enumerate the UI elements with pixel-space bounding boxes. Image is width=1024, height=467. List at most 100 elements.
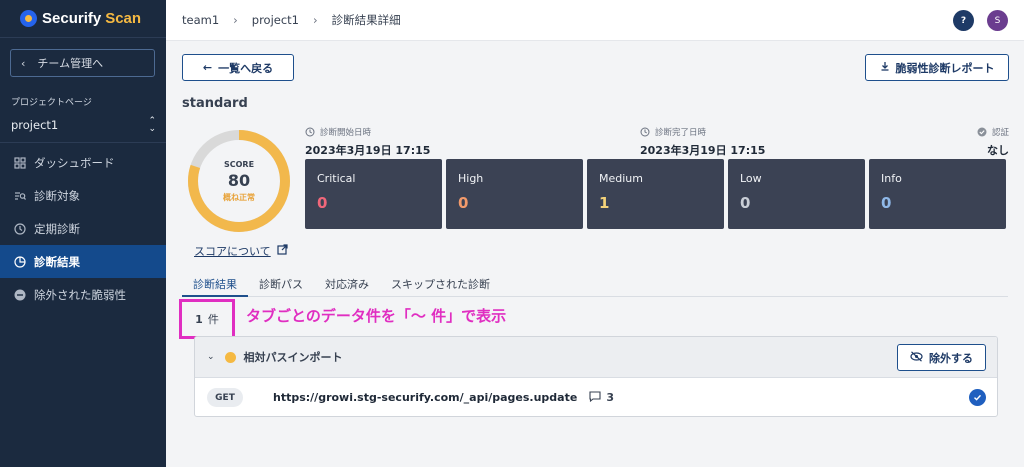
clock-icon (305, 127, 315, 137)
back-to-list-button[interactable]: ← 一覧へ戻る (182, 54, 294, 81)
group-header[interactable]: ⌄ 相対パスインポート 除外する (195, 337, 997, 378)
scan-end: 診断完了日時 2023年3月19日 17:15 (640, 126, 765, 158)
severity-card-low[interactable]: Low 0 (728, 159, 865, 229)
clock-icon (14, 222, 26, 235)
breadcrumb: team1 › project1 › 診断結果詳細 (166, 12, 401, 28)
clock-icon (640, 127, 650, 137)
sidebar-divider (0, 142, 166, 143)
help-button[interactable]: ? (953, 10, 974, 31)
sidebar-item-label: ダッシュボード (34, 155, 115, 170)
sidebar: Securify Scan ‹ チーム管理へ プロジェクトページ project1… (0, 0, 166, 467)
chevron-down-icon[interactable]: ⌄ (207, 352, 215, 362)
severity-card-high[interactable]: High 0 (446, 159, 583, 229)
breadcrumb-current: 診断結果詳細 (331, 13, 401, 27)
tab-skipped[interactable]: スキップされた診断 (380, 270, 501, 297)
http-method-badge: GET (207, 388, 243, 407)
severity-count: 0 (317, 194, 328, 212)
severity-name: Info (881, 172, 902, 185)
severity-card-info[interactable]: Info 0 (869, 159, 1006, 229)
sidebar-item-excluded[interactable]: 除外された脆弱性 (0, 278, 166, 311)
project-page-label: プロジェクトページ (11, 98, 92, 108)
table-row[interactable]: GET https://growi.stg-securify.com/_api/… (195, 378, 997, 416)
checked-icon[interactable] (969, 389, 986, 406)
severity-name: Critical (317, 172, 356, 185)
sidebar-item-label: 除外された脆弱性 (34, 287, 126, 302)
sidebar-item-scheduled[interactable]: 定期診断 (0, 212, 166, 245)
chevron-left-icon: ‹ (21, 56, 26, 70)
brand-logo[interactable]: Securify Scan (0, 0, 166, 38)
avatar[interactable]: S (987, 10, 1008, 31)
scan-end-label: 診断完了日時 (655, 128, 707, 138)
tab-results[interactable]: 診断結果 (182, 270, 248, 297)
report-label: 脆弱性診断レポート (895, 61, 995, 75)
comment-icon (589, 390, 601, 405)
severity-count: 0 (740, 194, 751, 212)
score-summary: SCORE 80 概ね正常 (186, 128, 292, 234)
breadcrumb-team[interactable]: team1 (182, 13, 219, 27)
comment-count-value: 3 (606, 391, 614, 404)
tab-resolved[interactable]: 対応済み (314, 270, 380, 297)
brand-name: Securify Scan (42, 10, 142, 27)
page-title: standard (182, 96, 248, 111)
about-score-link[interactable]: スコアについて (194, 243, 288, 259)
severity-count: 0 (458, 194, 469, 212)
result-count-number: 1 (195, 312, 203, 326)
exclude-button[interactable]: 除外する (897, 344, 986, 371)
sidebar-item-label: 診断対象 (34, 188, 80, 203)
back-to-team-label: チーム管理へ (37, 57, 104, 70)
about-score-label: スコアについて (194, 245, 271, 258)
annotation-note: タブごとのデータ件を「〜 件」で表示 (246, 307, 507, 325)
auth-info: 認証 なし (977, 126, 1009, 158)
comment-count[interactable]: 3 (589, 390, 614, 405)
project-select-value: project1 (11, 118, 59, 132)
score-value: 80 (227, 170, 251, 190)
scan-start-value: 2023年3月19日 17:15 (305, 144, 431, 157)
group-title: 相対パスインポート (243, 351, 343, 364)
score-status: 概ね正常 (223, 192, 255, 202)
sidebar-item-label: 定期診断 (34, 221, 80, 236)
dashboard-icon (14, 156, 26, 169)
target-list-icon (14, 190, 26, 202)
exclude-label: 除外する (929, 351, 973, 365)
sidebar-nav: ダッシュボード 診断対象 定期診断 診断結果 除外された脆弱性 (0, 146, 166, 311)
severity-name: High (458, 172, 484, 185)
eye-off-icon (910, 350, 923, 365)
endpoint-url[interactable]: https://growi.stg-securify.com/_api/page… (273, 391, 577, 404)
tab-paths[interactable]: 診断パス (248, 270, 314, 297)
download-icon (880, 61, 890, 74)
severity-card-medium[interactable]: Medium 1 (587, 159, 724, 229)
sidebar-item-results[interactable]: 診断結果 (0, 245, 166, 278)
pie-chart-icon (14, 255, 26, 268)
chevron-right-icon: › (313, 13, 318, 27)
score-label: SCORE (223, 159, 255, 169)
result-count-unit: 件 (207, 313, 219, 326)
arrow-left-icon: ← (202, 61, 213, 74)
chevron-updown-icon: ⌃ ⌄ (148, 116, 156, 134)
sidebar-item-label: 診断結果 (34, 254, 80, 269)
severity-name: Low (740, 172, 762, 185)
back-to-team-button[interactable]: ‹ チーム管理へ (10, 49, 155, 77)
external-link-icon (277, 244, 288, 258)
back-to-list-label: 一覧へ戻る (218, 61, 274, 75)
auth-label: 認証 (991, 128, 1009, 138)
result-tabs: 診断結果 診断パス 対応済み スキップされた診断 (182, 270, 1008, 297)
top-bar: team1 › project1 › 診断結果詳細 ? S (166, 0, 1024, 41)
severity-card-critical[interactable]: Critical 0 (305, 159, 442, 229)
vulnerability-group: ⌄ 相対パスインポート 除外する GET https://growi.stg-s… (194, 336, 998, 417)
logo-icon (20, 10, 37, 27)
sidebar-item-targets[interactable]: 診断対象 (0, 179, 166, 212)
report-download-button[interactable]: 脆弱性診断レポート (865, 54, 1009, 81)
minus-circle-icon (14, 289, 26, 301)
scan-start-label: 診断開始日時 (320, 128, 372, 138)
severity-count: 0 (881, 194, 892, 212)
project-select[interactable]: project1 ⌃ ⌄ (11, 116, 156, 134)
sidebar-item-dashboard[interactable]: ダッシュボード (0, 146, 166, 179)
severity-name: Medium (599, 172, 643, 185)
check-circle-icon (977, 127, 987, 137)
result-count: 1 件 (179, 299, 235, 339)
severity-count: 1 (599, 194, 610, 212)
auth-value: なし (987, 144, 1009, 157)
chevron-right-icon: › (233, 13, 238, 27)
breadcrumb-project[interactable]: project1 (252, 13, 299, 27)
scan-end-value: 2023年3月19日 17:15 (640, 144, 766, 157)
